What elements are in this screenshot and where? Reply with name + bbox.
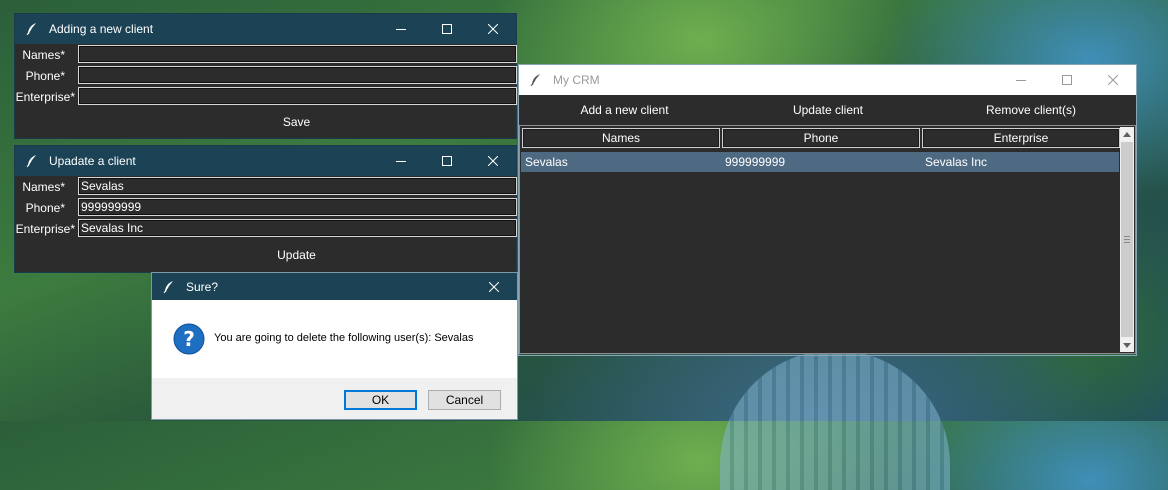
window-title: Adding a new client	[49, 22, 154, 36]
svg-text:?: ?	[183, 327, 195, 351]
update-client-form: Names* Phone* Enterprise* Update	[15, 176, 517, 272]
feather-icon	[162, 280, 176, 294]
maximize-icon[interactable]	[424, 146, 470, 176]
phone-input[interactable]	[78, 66, 517, 84]
dialog-message: You are going to delete the following us…	[214, 332, 474, 344]
add-client-button[interactable]: Add a new client	[519, 95, 730, 125]
minimize-icon[interactable]	[378, 14, 424, 44]
remove-client-button[interactable]: Remove client(s)	[926, 95, 1136, 125]
feather-icon	[25, 154, 39, 168]
update-client-titlebar[interactable]: Upadate a client	[15, 146, 516, 176]
feather-icon	[529, 73, 543, 87]
add-client-window: Adding a new client Names* Phone* Enterp…	[15, 14, 517, 138]
close-icon[interactable]	[471, 273, 517, 300]
crm-titlebar[interactable]: My CRM	[519, 65, 1136, 96]
ok-button[interactable]: OK	[344, 390, 417, 410]
column-header-names[interactable]: Names	[522, 128, 720, 148]
crm-toolbar: Add a new client Update client Remove cl…	[519, 95, 1136, 125]
scroll-up-icon[interactable]	[1120, 127, 1134, 141]
names-label: Names*	[22, 48, 65, 62]
names-input[interactable]	[78, 177, 517, 195]
enterprise-label: Enterprise*	[15, 90, 75, 104]
confirm-dialog-titlebar[interactable]: Sure?	[152, 273, 517, 300]
cancel-button[interactable]: Cancel	[428, 390, 501, 410]
update-button[interactable]: Update	[78, 240, 515, 270]
cell-phone: 999999999	[725, 155, 786, 169]
maximize-icon[interactable]	[424, 14, 470, 44]
dialog-body: ? You are going to delete the following …	[152, 300, 517, 378]
enterprise-input[interactable]	[78, 219, 517, 237]
table-row[interactable]: Sevalas 999999999 Sevalas Inc	[521, 152, 1119, 172]
close-icon[interactable]	[470, 14, 516, 44]
enterprise-label: Enterprise*	[15, 222, 75, 236]
add-client-titlebar[interactable]: Adding a new client	[15, 14, 516, 44]
phone-input[interactable]	[78, 198, 517, 216]
question-icon: ?	[173, 323, 205, 355]
names-input[interactable]	[78, 45, 517, 63]
cell-enterprise: Sevalas Inc	[925, 155, 988, 169]
dialog-title: Sure?	[186, 279, 219, 294]
dialog-footer: OK Cancel	[152, 378, 517, 419]
scrollbar-thumb[interactable]	[1121, 142, 1133, 337]
feather-icon	[25, 22, 39, 36]
vertical-scrollbar[interactable]	[1120, 127, 1134, 352]
minimize-icon[interactable]	[998, 65, 1044, 95]
names-label: Names*	[22, 180, 65, 194]
maximize-icon[interactable]	[1044, 65, 1090, 95]
window-title: Upadate a client	[49, 154, 136, 168]
close-icon[interactable]	[470, 146, 516, 176]
column-header-phone[interactable]: Phone	[722, 128, 920, 148]
clients-table[interactable]: Names Phone Enterprise Sevalas 999999999…	[519, 125, 1136, 354]
update-client-window: Upadate a client Names* Phone* Enterpris…	[15, 146, 517, 272]
update-client-button[interactable]: Update client	[730, 95, 926, 125]
wallpaper-dome	[720, 350, 950, 490]
phone-label: Phone*	[25, 69, 65, 83]
window-title: My CRM	[553, 73, 600, 87]
phone-label: Phone*	[25, 201, 65, 215]
crm-window: My CRM Add a new client Update client Re…	[519, 65, 1136, 355]
close-icon[interactable]	[1090, 65, 1136, 95]
scroll-down-icon[interactable]	[1120, 338, 1134, 352]
cell-name: Sevalas	[525, 155, 568, 169]
add-client-form: Names* Phone* Enterprise* Save	[15, 44, 517, 138]
save-button[interactable]: Save	[78, 108, 515, 136]
minimize-icon[interactable]	[378, 146, 424, 176]
enterprise-input[interactable]	[78, 87, 517, 105]
confirm-dialog: Sure? ? You are going to delete the foll…	[152, 273, 517, 419]
column-header-enterprise[interactable]: Enterprise	[922, 128, 1120, 148]
